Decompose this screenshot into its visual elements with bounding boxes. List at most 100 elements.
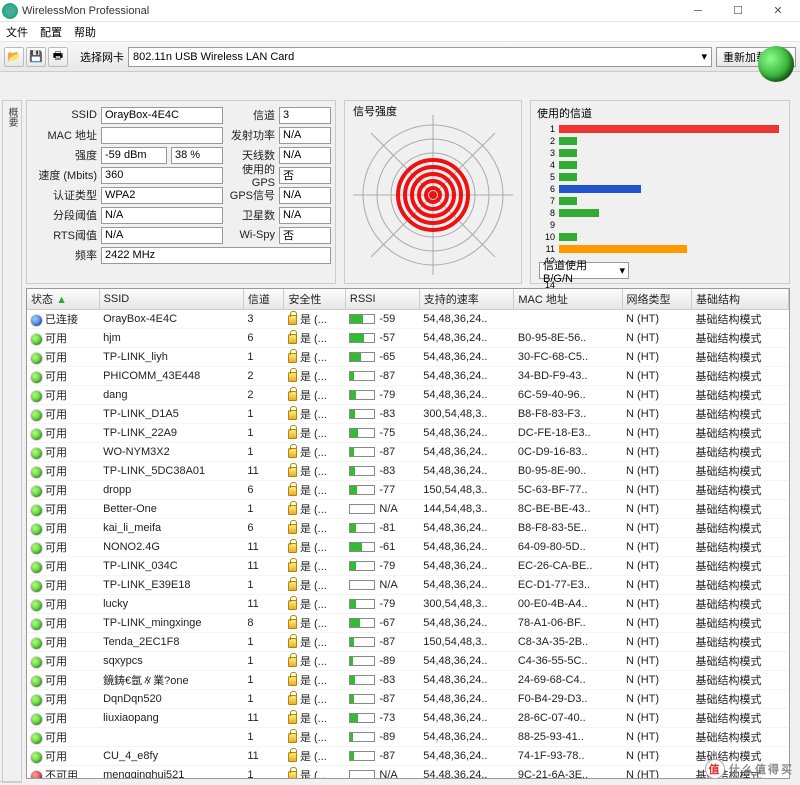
label-speed: 速度 (Mbits) xyxy=(31,167,97,183)
table-row[interactable]: 可用 TP-LINK_034C 11 是 (... -79 54,48,36,2… xyxy=(27,557,789,576)
lock-icon xyxy=(288,657,297,667)
open-button[interactable]: 📂 xyxy=(4,47,24,67)
lock-icon xyxy=(288,467,297,477)
table-row[interactable]: 可用 PHICOMM_43E448 2 是 (... -87 54,48,36,… xyxy=(27,367,789,386)
print-button[interactable]: 🖶 xyxy=(48,47,68,67)
label-wispy: Wi-Spy xyxy=(227,229,275,241)
table-row[interactable]: 可用 TP-LINK_mingxinge 8 是 (... -67 54,48,… xyxy=(27,614,789,633)
channel-number: 1 xyxy=(537,124,555,134)
network-table[interactable]: 状态 ▲ SSID 信道 安全性 RSSI 支持的速率 MAC 地址 网络类型 … xyxy=(26,288,790,779)
tab-stats[interactable]: 统计 xyxy=(0,101,2,782)
lock-icon xyxy=(288,733,297,743)
channel-number: 10 xyxy=(537,232,555,242)
status-icon xyxy=(31,771,42,779)
col-mac[interactable]: MAC 地址 xyxy=(514,289,622,310)
channel-mode-select[interactable]: 信道使用 B/G/N ▾ xyxy=(539,262,629,279)
col-security[interactable]: 安全性 xyxy=(284,289,345,310)
watermark-icon: 值 xyxy=(705,759,725,779)
col-status[interactable]: 状态 ▲ xyxy=(27,289,99,310)
lock-icon xyxy=(288,562,297,572)
menu-config[interactable]: 配置 xyxy=(40,24,62,40)
table-row[interactable]: 可用 liuxiaopang 11 是 (... -73 54,48,36,24… xyxy=(27,709,789,728)
toolbar: 📂 💾 🖶 选择网卡 802.11n USB Wireless LAN Card… xyxy=(0,42,800,72)
table-row[interactable]: 可用 hjm 6 是 (... -57 54,48,36,24.. B0-95-… xyxy=(27,329,789,348)
bar-fill xyxy=(559,233,577,241)
status-icon xyxy=(31,676,42,687)
window-title: WirelessMon Professional xyxy=(22,5,678,17)
status-icon xyxy=(31,391,42,402)
signal-icon xyxy=(349,504,375,514)
col-nettype[interactable]: 网络类型 xyxy=(622,289,691,310)
menu-help[interactable]: 帮助 xyxy=(74,24,96,40)
radar-icon xyxy=(353,115,513,275)
channel-number: 3 xyxy=(537,148,555,158)
val-channel: 3 xyxy=(279,107,331,124)
signal-icon xyxy=(349,637,375,647)
table-row[interactable]: 可用 TP-LINK_22A9 1 是 (... -75 54,48,36,24… xyxy=(27,424,789,443)
titlebar: WirelessMon Professional ─ ☐ ✕ xyxy=(0,0,800,22)
col-ssid[interactable]: SSID xyxy=(99,289,243,310)
val-rts: N/A xyxy=(101,227,223,244)
signal-icon xyxy=(349,656,375,666)
col-rssi[interactable]: RSSI xyxy=(345,289,419,310)
close-button[interactable]: ✕ xyxy=(758,0,798,22)
channel-chart: 使用的信道 1234567891011121314 OTH. 信道使用 B/G/… xyxy=(530,100,790,284)
table-row[interactable]: 可用 TP-LINK_E39E18 1 是 (... N/A 54,48,36,… xyxy=(27,576,789,595)
bar-fill xyxy=(559,185,641,193)
status-icon xyxy=(31,505,42,516)
label-channel: 信道 xyxy=(227,107,275,123)
lock-icon xyxy=(288,486,297,496)
folder-icon: 📂 xyxy=(7,50,21,63)
val-sats: N/A xyxy=(279,207,331,224)
table-row[interactable]: 可用 鏡鋳€氬∦業?one 1 是 (... -83 54,48,36,24..… xyxy=(27,671,789,690)
status-icon xyxy=(31,372,42,383)
status-icon xyxy=(31,600,42,611)
label-auth: 认证类型 xyxy=(31,187,97,203)
lock-icon xyxy=(288,429,297,439)
table-row[interactable]: 可用 TP-LINK_liyh 1 是 (... -65 54,48,36,24… xyxy=(27,348,789,367)
col-channel[interactable]: 信道 xyxy=(243,289,284,310)
radar-title: 信号强度 xyxy=(353,103,397,119)
table-row[interactable]: 可用 DqnDqn520 1 是 (... -87 54,48,36,24.. … xyxy=(27,690,789,709)
table-row[interactable]: 可用 kai_li_meifa 6 是 (... -81 54,48,36,24… xyxy=(27,519,789,538)
table-row[interactable]: 可用 TP-LINK_5DC38A01 11 是 (... -83 54,48,… xyxy=(27,462,789,481)
label-freq: 频率 xyxy=(31,247,97,263)
signal-icon xyxy=(349,371,375,381)
status-icon xyxy=(31,752,42,763)
table-row[interactable]: 可用 TP-LINK_D1A5 1 是 (... -83 300,54,48,3… xyxy=(27,405,789,424)
tab-summary[interactable]: 概要 xyxy=(2,101,21,782)
signal-icon xyxy=(349,618,375,628)
menu-file[interactable]: 文件 xyxy=(6,24,28,40)
table-row[interactable]: 可用 dang 2 是 (... -79 54,48,36,24.. 6C-59… xyxy=(27,386,789,405)
signal-icon xyxy=(349,599,375,609)
maximize-button[interactable]: ☐ xyxy=(718,0,758,22)
channel-number: 6 xyxy=(537,184,555,194)
col-rates[interactable]: 支持的速率 xyxy=(419,289,514,310)
table-row[interactable]: 可用 CU_4_e8fy 11 是 (... -87 54,48,36,24..… xyxy=(27,747,789,766)
table-row[interactable]: 可用 sqxypcs 1 是 (... -89 54,48,36,24.. C4… xyxy=(27,652,789,671)
table-row[interactable]: 可用 1 是 (... -89 54,48,36,24.. 88-25-93-4… xyxy=(27,728,789,747)
table-row[interactable]: 可用 lucky 11 是 (... -79 300,54,48,3.. 00-… xyxy=(27,595,789,614)
val-wispy: 否 xyxy=(279,227,331,244)
table-row[interactable]: 可用 Better-One 1 是 (... N/A 144,54,48,3..… xyxy=(27,500,789,519)
table-row[interactable]: 可用 WO-NYM3X2 1 是 (... -87 54,48,36,24.. … xyxy=(27,443,789,462)
table-row[interactable]: 可用 NONO2.4G 11 是 (... -61 54,48,36,24.. … xyxy=(27,538,789,557)
channel-title: 使用的信道 xyxy=(537,105,783,121)
table-row[interactable]: 可用 dropp 6 是 (... -77 150,54,48,3.. 5C-6… xyxy=(27,481,789,500)
table-row[interactable]: 已连接 OrayBox-4E4C 3 是 (... -59 54,48,36,2… xyxy=(27,310,789,329)
signal-icon xyxy=(349,751,375,761)
minimize-button[interactable]: ─ xyxy=(678,0,718,22)
label-mac: MAC 地址 xyxy=(31,127,97,143)
lock-icon xyxy=(288,505,297,515)
table-row[interactable]: 可用 Tenda_2EC1F8 1 是 (... -87 150,54,48,3… xyxy=(27,633,789,652)
table-row[interactable]: 不可用 mengqinghui521 1 是 (... N/A 54,48,36… xyxy=(27,766,789,780)
nic-select[interactable]: 802.11n USB Wireless LAN Card ▾ xyxy=(128,47,712,67)
watermark: 值 什么值得买 xyxy=(705,759,794,779)
save-button[interactable]: 💾 xyxy=(26,47,46,67)
channel-number: 4 xyxy=(537,160,555,170)
signal-icon xyxy=(349,447,375,457)
lock-icon xyxy=(288,771,297,779)
col-infra[interactable]: 基础结构 xyxy=(691,289,788,310)
status-icon xyxy=(31,410,42,421)
globe-icon[interactable] xyxy=(758,46,794,82)
